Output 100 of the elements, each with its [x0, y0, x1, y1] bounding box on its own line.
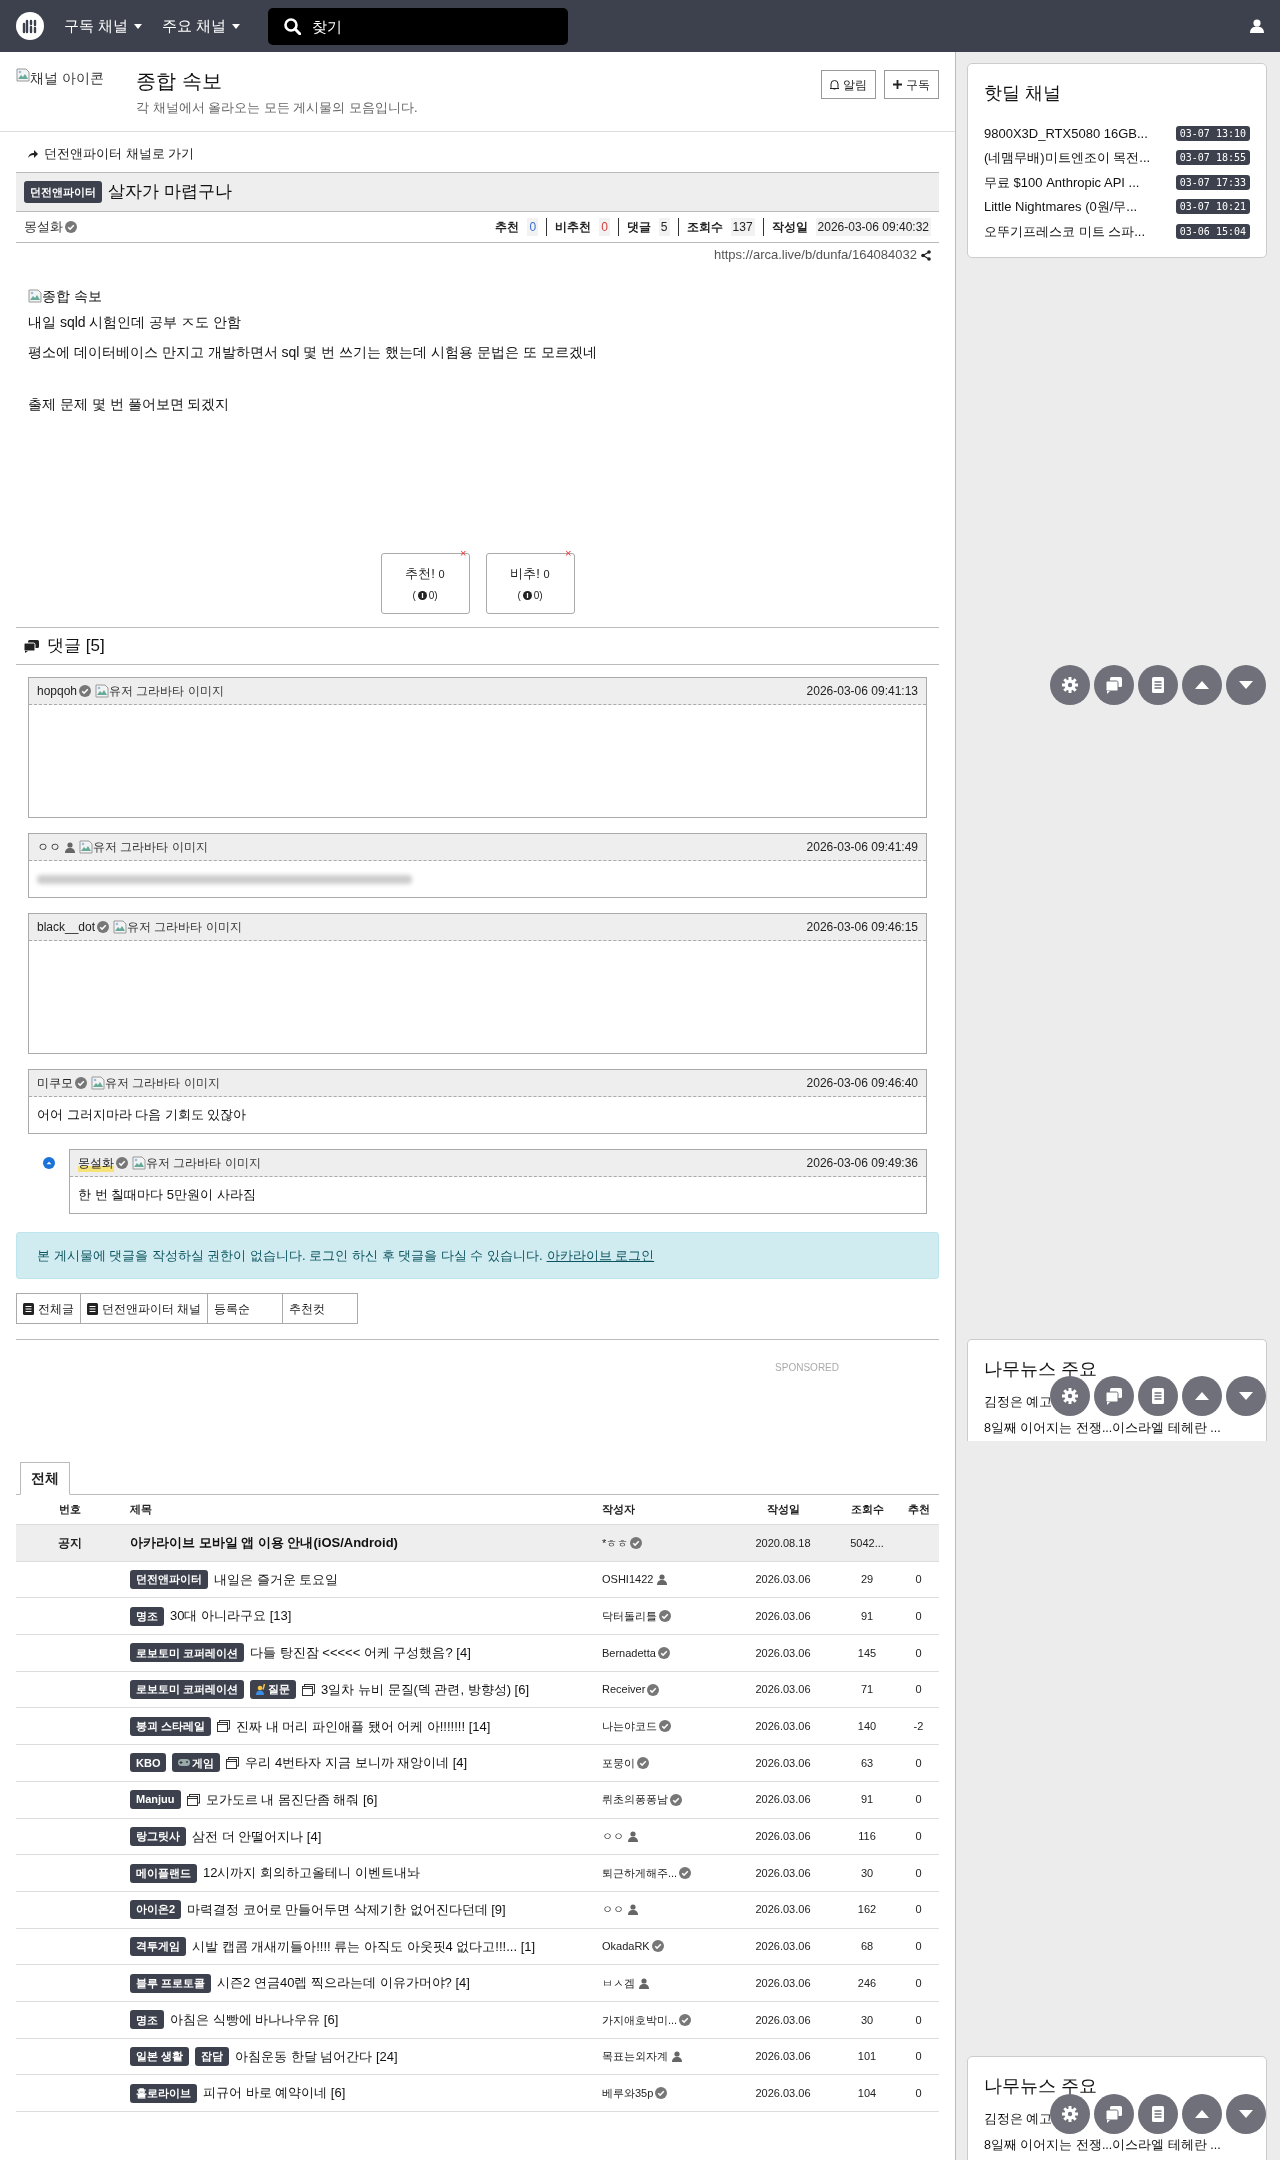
post-title-link[interactable]: 3일차 뉴비 문질(덱 관련, 방향성) [6] [321, 1679, 530, 1700]
view-count: 162 [856, 1902, 878, 1918]
view-count: 246 [856, 1975, 878, 1991]
post-title-link[interactable]: 다들 탕진잠 <<<<< 어케 구성했음? [4] [250, 1643, 471, 1663]
channel-menu[interactable]: 주요 채널 [162, 14, 241, 38]
post-title-link[interactable]: 아카라이브 모바일 앱 이용 안내(iOS/Android) [130, 1533, 398, 1553]
channel-description: 각 채널에서 올라오는 모든 게시물의 모음입니다. [136, 99, 418, 117]
post-author[interactable]: 베루와35p [602, 2084, 654, 2102]
post-date: 2026.03.06 [754, 1719, 812, 1735]
channel-menu[interactable]: 구독 채널 [64, 14, 143, 38]
post-author[interactable]: ㅂㅅ겜 [602, 1974, 635, 1992]
comments-button[interactable] [1094, 665, 1134, 705]
search-field[interactable]: 찾기 [268, 7, 569, 45]
post-author[interactable]: 뤼초의퐁퐁남 [602, 1791, 668, 1808]
avatar-alt-text: 유저 그라바타 이미지 [105, 1075, 220, 1092]
vote-count: 0 [914, 1682, 923, 1698]
post-url-link[interactable]: https://arca.live/b/dunfa/164084032 [713, 245, 917, 265]
post-title-link[interactable]: 시발 캡콤 개새끼들아!!!! 류는 아직도 아웃핏4 없다고!!!... [1] [192, 1936, 536, 1957]
post-author[interactable]: 퇴근하게해주... [602, 1864, 678, 1882]
subscribe-button[interactable]: 구독 [884, 70, 939, 99]
board-tab[interactable]: 전체 [20, 1462, 70, 1495]
upvote-button[interactable]: 추천! 0 ( 0) × [380, 553, 470, 614]
avatar-alt-text: 유저 그라바타 이미지 [146, 1155, 261, 1172]
comment-author[interactable]: hopqoh [37, 682, 78, 700]
scroll-bottom-button[interactable] [1226, 665, 1266, 705]
post-title-link[interactable]: 아침은 식빵에 바나나우유 [6] [170, 2010, 339, 2030]
post-title-link[interactable]: 내일은 즐거운 토요일 [214, 1569, 339, 1590]
view-count: 91 [859, 1608, 875, 1624]
list-icon [1149, 2105, 1167, 2123]
post-title-link[interactable]: 시즌2 연금40렙 찍으라는데 이유가머야? [4] [217, 1973, 470, 1993]
scroll-top-button[interactable] [1182, 665, 1222, 705]
filter-button[interactable]: 던전앤파이터 채널 [80, 1293, 209, 1324]
post-author[interactable]: Receiver [602, 1681, 646, 1698]
login-link[interactable]: 아카라이브 로그인 [546, 1245, 655, 1266]
bell-icon [830, 79, 839, 90]
post-date: 2026.03.06 [754, 1975, 812, 1991]
post-author[interactable]: OSHI1422 [602, 1571, 654, 1588]
column-header: 제목 [129, 1502, 153, 1518]
post-title-link[interactable]: 12시까지 회의하고올테니 이벤트내놔 [203, 1863, 420, 1883]
broken-image-icon [16, 68, 30, 82]
post-title-link[interactable]: 30대 아니라구요 [13] [170, 1606, 292, 1626]
post-author[interactable]: OkadaRK [602, 1938, 650, 1955]
news-link[interactable]: 8일째 이어지는 전쟁...이스라엘 테헤란 ... [984, 2136, 1221, 2154]
filter-button[interactable]: 전체글 [16, 1293, 81, 1324]
notification-button[interactable]: 알림 [821, 70, 876, 99]
news-link[interactable]: 김정은 예고 [984, 2110, 1053, 2128]
post-title-link[interactable]: 우리 4번타자 지금 보니까 재앙이네 [4] [245, 1753, 468, 1773]
caret-down-icon [232, 23, 241, 29]
post-author[interactable]: Bernadetta [602, 1644, 656, 1662]
list-button[interactable] [1138, 665, 1178, 705]
post-title-link[interactable]: 모가도르 내 몸진단좀 해줘 [6] [205, 1789, 378, 1810]
post-author[interactable]: 나는야코드 [602, 1718, 657, 1735]
post-title-link[interactable]: 마력결정 코어로 만들어두면 삭제기한 없어진다던데 [9] [187, 1899, 506, 1920]
post-date: 2026.03.06 [754, 1682, 812, 1698]
news-link[interactable]: 8일째 이어지는 전쟁...이스라엘 테헤란 ... [984, 1419, 1221, 1437]
hotdeal-link[interactable]: Little Nightmares (0원/무... [984, 197, 1138, 217]
post-date: 2026.03.06 [754, 1902, 812, 1918]
news-link[interactable]: 김정은 예고 [984, 1393, 1053, 1411]
category-badge: 로보토미 코퍼레이션 [130, 1643, 245, 1663]
category-badge: 명조 [130, 2010, 164, 2030]
channel-title: 종합 속보 [136, 69, 223, 94]
hotdeal-link[interactable]: (네맴무배)미트엔조이 목전... [984, 148, 1151, 168]
post-author[interactable]: 닥터돌리틀 [602, 1607, 657, 1625]
channel-link[interactable]: 던전앤파이터 채널로 가기 [16, 132, 939, 172]
filter-button[interactable]: 추천컷 [282, 1293, 359, 1324]
downvote-button[interactable]: 비추! 0 ( 0) × [485, 553, 575, 614]
filter-button[interactable]: 등록순 [207, 1293, 284, 1324]
sponsored-label: SPONSORED [775, 1361, 839, 1375]
post-title-link[interactable]: 삼전 더 안떨어지나 [4] [192, 1826, 322, 1847]
post-title: 살자가 마렵구나 [108, 181, 232, 204]
post-title-link[interactable]: 피규어 바로 예약이네 [6] [203, 2083, 346, 2103]
post-title-link[interactable]: 아침운동 한달 넘어간다 [24] [235, 2046, 398, 2067]
post-author[interactable]: 목표는외자계 [602, 2048, 668, 2065]
post-author[interactable]: 가지애호박미... [602, 2011, 678, 2029]
hotdeal-link[interactable]: 오뚜기프레스코 미트 스파... [984, 221, 1146, 241]
post-date: 2026.03.06 [754, 1608, 812, 1624]
post-author[interactable]: ㅇㅇ [602, 1901, 624, 1918]
view-count: 91 [859, 1792, 875, 1808]
gamepad-icon [178, 1758, 191, 1768]
view-count: 71 [859, 1682, 875, 1698]
column-header: 작성일 [765, 1502, 801, 1518]
comment-author[interactable]: 미쿠모 [37, 1074, 73, 1092]
hotdeal-link[interactable]: 9800X3D_RTX5080 16GB... [984, 123, 1148, 143]
user-icon [1250, 19, 1264, 33]
comment-time: 2026-03-06 09:41:49 [806, 839, 918, 856]
post-date: 2026.03.06 [754, 1865, 812, 1881]
post-title-link[interactable]: 진짜 내 머리 파인애플 됐어 어케 아!!!!!!! [14] [236, 1716, 491, 1737]
time-badge: 03-07 18:55 [1175, 150, 1250, 166]
view-count: 30 [859, 2012, 875, 2028]
user-menu-button[interactable] [1250, 19, 1264, 33]
vote-count: 0 [914, 1755, 923, 1771]
comment-author[interactable]: ㅇㅇ [37, 838, 61, 856]
comment-author[interactable]: black__dot [37, 918, 96, 936]
site-logo-icon [16, 12, 44, 40]
hotdeal-link[interactable]: 무료 $100 Anthropic API ... [984, 172, 1140, 192]
post-author[interactable]: 몽설화 [24, 217, 63, 237]
post-author[interactable]: *ㅎㅎ [602, 1534, 629, 1552]
settings-button[interactable] [1050, 665, 1090, 705]
post-author[interactable]: ㅇㅇ [602, 1828, 624, 1845]
post-author[interactable]: 포뭉이 [602, 1754, 635, 1772]
